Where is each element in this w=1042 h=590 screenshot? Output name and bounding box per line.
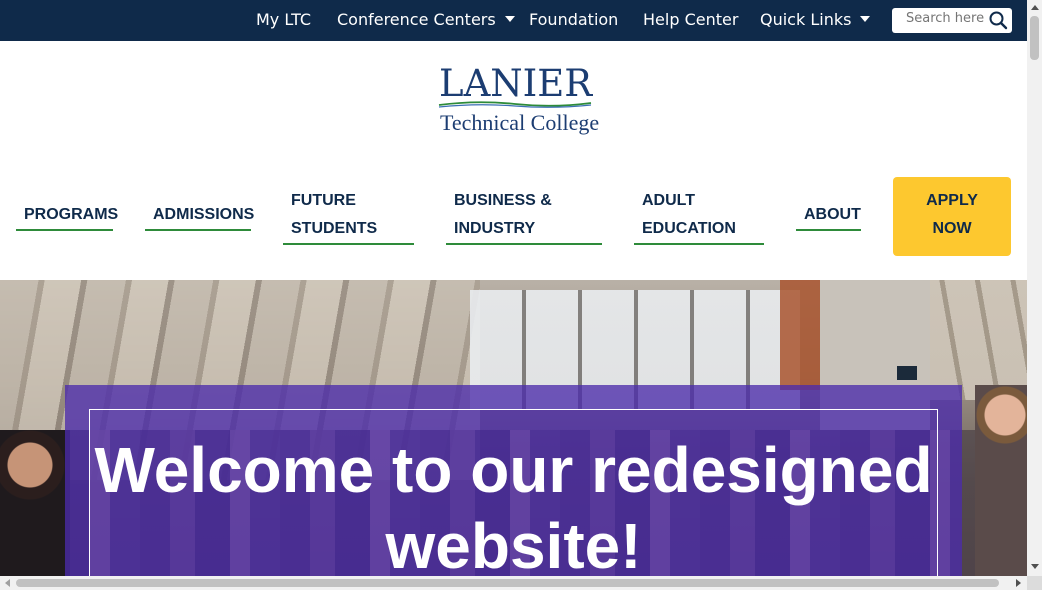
scroll-left-arrow-icon[interactable] <box>5 579 10 587</box>
hero-photo-person-right <box>975 385 1027 576</box>
caret-down-icon <box>860 16 871 22</box>
hero-photo-person-left <box>0 430 70 576</box>
help-center-link[interactable]: Help Center <box>643 0 738 41</box>
nav-admissions-label: ADMISSIONS <box>153 206 255 223</box>
apply-now-label-1: APPLY <box>926 192 978 209</box>
apply-now-label-2: NOW <box>932 220 972 237</box>
search-input[interactable] <box>906 11 984 26</box>
hero-photo-beam <box>780 280 820 390</box>
hero-banner: Welcome to our redesigned website! <box>0 280 1027 576</box>
scroll-down-arrow-icon[interactable] <box>1031 564 1039 569</box>
quick-links-label: Quick Links <box>760 10 852 29</box>
nav-adult-label-1: ADULT <box>642 192 696 209</box>
vertical-scrollbar[interactable] <box>1027 0 1042 576</box>
nav-business-industry[interactable]: BUSINESS & INDUSTRY <box>446 187 602 245</box>
nav-business-label-1: BUSINESS & <box>454 192 552 209</box>
logo-wordmark: LANIER <box>439 62 593 105</box>
scrollbar-corner <box>1027 576 1042 590</box>
apply-now-button[interactable]: APPLY NOW <box>893 177 1011 256</box>
nav-admissions[interactable]: ADMISSIONS <box>145 201 255 231</box>
foundation-link[interactable]: Foundation <box>529 0 618 41</box>
nav-future-students-label-1: FUTURE <box>291 192 356 209</box>
scroll-up-arrow-icon[interactable] <box>1031 5 1039 10</box>
vertical-scroll-thumb[interactable] <box>1030 16 1039 60</box>
nav-future-students[interactable]: FUTURE STUDENTS <box>283 187 414 245</box>
nav-about-label: ABOUT <box>804 206 861 223</box>
hero-headline: Welcome to our redesigned website! <box>94 434 933 576</box>
nav-business-label-2: INDUSTRY <box>454 220 536 237</box>
nav-adult-label-2: EDUCATION <box>642 220 736 237</box>
horizontal-scroll-thumb[interactable] <box>16 579 999 587</box>
nav-future-students-label-2: STUDENTS <box>291 220 378 237</box>
scroll-right-arrow-icon[interactable] <box>1016 579 1021 587</box>
conference-centers-label: Conference Centers <box>337 10 496 29</box>
restroom-sign-icon <box>897 366 917 380</box>
lanier-logo[interactable]: LANIER Technical College <box>435 62 599 140</box>
hero-photo-right-wall <box>930 280 1027 400</box>
conference-centers-dropdown[interactable]: Conference Centers <box>337 0 515 41</box>
utility-bar: My LTC Conference Centers Foundation Hel… <box>0 0 1027 41</box>
search-icon[interactable] <box>988 10 1008 30</box>
horizontal-scrollbar[interactable] <box>0 576 1027 590</box>
my-ltc-link[interactable]: My LTC <box>256 0 311 41</box>
nav-programs-label: PROGRAMS <box>24 206 119 223</box>
logo-subtitle: Technical College <box>440 110 600 135</box>
search-box <box>892 8 1012 33</box>
nav-adult-education[interactable]: ADULT EDUCATION <box>634 187 764 245</box>
logo-wave-icon <box>438 101 592 108</box>
quick-links-dropdown[interactable]: Quick Links <box>760 0 871 41</box>
caret-down-icon <box>504 16 515 22</box>
nav-programs[interactable]: PROGRAMS <box>16 201 118 231</box>
nav-about[interactable]: ABOUT <box>796 201 861 231</box>
